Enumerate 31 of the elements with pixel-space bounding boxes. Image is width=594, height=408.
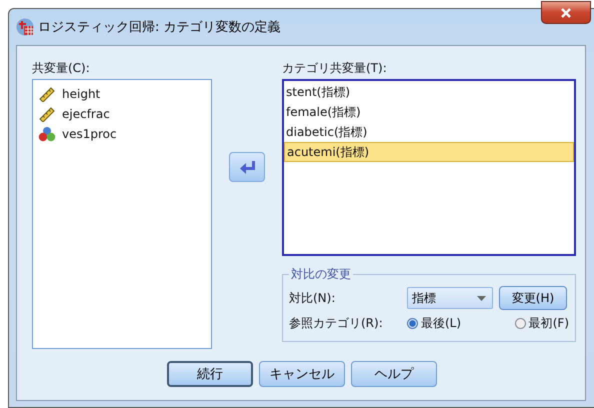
categorical-covariates-label: カテゴリ共変量(T): [282, 60, 388, 75]
balls-icon [38, 126, 56, 142]
variable-item[interactable]: female(指標) [284, 102, 574, 122]
variable-item[interactable]: height [36, 84, 208, 104]
return-arrow-icon [239, 160, 255, 174]
covariates-label: 共変量(C): [32, 60, 91, 75]
app-icon [16, 18, 34, 36]
variable-item[interactable]: diabetic(指標) [284, 122, 574, 142]
variable-item[interactable]: ejecfrac [36, 104, 208, 124]
contrast-label: 対比(N): [289, 290, 336, 306]
change-button[interactable]: 変更(H) [499, 286, 567, 310]
dialog-button[interactable]: キャンセル [259, 361, 345, 387]
radio-option[interactable]: 最初(F) [514, 314, 569, 332]
variable-item[interactable]: stent(指標) [284, 82, 574, 102]
radio-option[interactable]: 最後(L) [407, 314, 462, 332]
window-title: ロジスティック回帰: カテゴリ変数の定義 [38, 19, 281, 36]
close-button[interactable] [541, 1, 591, 24]
move-button[interactable] [229, 152, 265, 182]
dialog-button[interactable]: ヘルプ [351, 361, 437, 387]
dialog-button[interactable]: 続行 [167, 361, 253, 387]
categorical-covariates-list[interactable]: stent(指標) female(指標) diabetic(指標) acutemi(指標) [282, 79, 576, 256]
close-icon [560, 8, 572, 18]
variable-item[interactable]: acutemi(指標) [284, 142, 574, 162]
dropdown-arrow-icon [477, 296, 486, 300]
ruler-icon [38, 106, 56, 122]
ruler-icon [38, 86, 56, 102]
variable-item[interactable]: ves1proc [36, 124, 208, 144]
covariates-list[interactable]: height ejecfrac ves1proc [32, 79, 212, 349]
contrast-dropdown[interactable]: 指標 [407, 287, 493, 309]
reference-category-label: 参照カテゴリ(R): [289, 314, 384, 332]
group-title: 対比の変更 [290, 266, 352, 283]
